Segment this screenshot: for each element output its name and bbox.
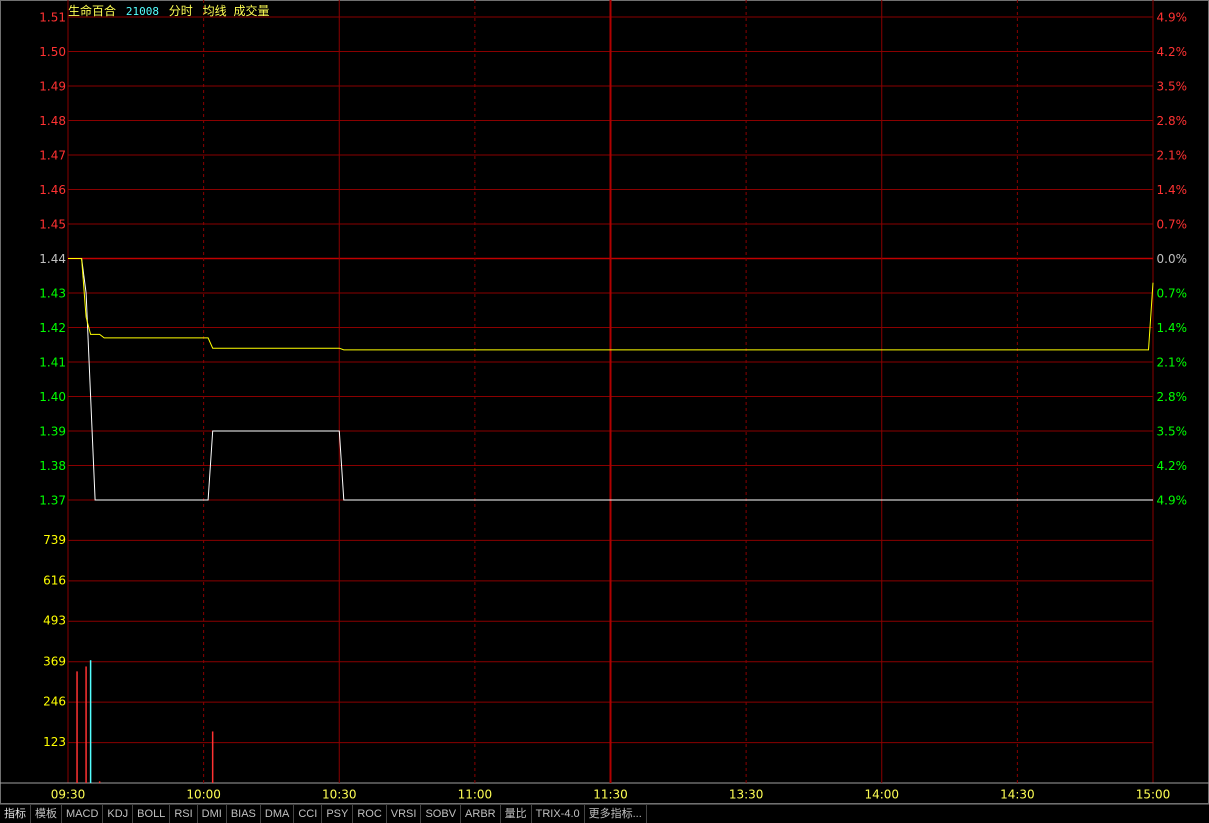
pct-tick-label: 0.0% (1157, 252, 1188, 266)
pct-tick-label: 0.7% (1157, 218, 1188, 232)
pct-tick-label: 1.4% (1157, 321, 1188, 335)
price-tick-label: 1.46 (39, 183, 66, 197)
price-tick-label: 1.43 (39, 287, 66, 301)
label-volume: 成交量 (233, 4, 270, 18)
volume-tick-label: 123 (43, 735, 66, 749)
pct-tick-label: 4.9% (1157, 494, 1188, 508)
price-tick-label: 1.50 (39, 45, 66, 59)
pct-tick-label: 3.5% (1157, 80, 1188, 94)
tab-10[interactable]: PSY (322, 805, 354, 823)
volume-tick-label: 739 (43, 533, 66, 547)
chart-header: 生命百合 21008 分时 均线 成交量 (68, 2, 276, 19)
pct-tick-label: 2.1% (1157, 356, 1188, 370)
time-tick-label: 10:00 (186, 788, 221, 802)
label-intraday: 分时 (168, 4, 193, 18)
pct-tick-label: 0.7% (1157, 287, 1188, 301)
time-tick-label: 15:00 (1136, 788, 1171, 802)
tab-7[interactable]: BIAS (227, 805, 261, 823)
time-tick-label: 09:30 (51, 788, 86, 802)
tab-17[interactable]: 更多指标... (585, 805, 647, 823)
indicator-tabs: 指标 模板 MACD KDJ BOLL RSI DMI BIAS DMA CCI PSY ROC VRS… (0, 804, 1209, 823)
price-tick-label: 1.41 (39, 356, 66, 370)
pct-tick-label: 1.4% (1157, 183, 1188, 197)
price-tick-label: 1.49 (39, 80, 66, 94)
tab-11[interactable]: ROC (353, 805, 387, 823)
tab-5[interactable]: RSI (170, 805, 198, 823)
pct-tick-label: 2.1% (1157, 149, 1188, 163)
pct-tick-label: 4.2% (1157, 459, 1188, 473)
tab-4[interactable]: BOLL (133, 805, 171, 823)
tab-8[interactable]: DMA (261, 805, 295, 823)
price-tick-label: 1.40 (39, 390, 66, 404)
tab-13[interactable]: SOBV (421, 805, 462, 823)
volume-tick-label: 369 (43, 654, 66, 668)
time-tick-label: 13:30 (729, 788, 764, 802)
label-average: 均线 (202, 4, 227, 18)
time-tick-label: 10:30 (322, 788, 357, 802)
time-tick-label: 14:30 (1000, 788, 1035, 802)
tab-6[interactable]: DMI (198, 805, 227, 823)
time-tick-label: 11:30 (593, 788, 628, 802)
price-tick-label: 1.38 (39, 459, 66, 473)
price-tick-label: 1.37 (39, 494, 66, 508)
volume-tick-label: 493 (43, 614, 66, 628)
tab-15[interactable]: 量比 (501, 805, 532, 823)
price-tick-label: 1.44 (39, 252, 66, 266)
price-tick-label: 1.51 (39, 11, 66, 25)
stock-code: 21008 (125, 5, 159, 18)
time-tick-label: 14:00 (864, 788, 899, 802)
pct-tick-label: 2.8% (1157, 114, 1188, 128)
pct-tick-label: 2.8% (1157, 390, 1188, 404)
tab-16[interactable]: TRIX-4.0 (532, 805, 585, 823)
tab-9[interactable]: CCI (294, 805, 323, 823)
stock-name: 生命百合 (68, 4, 117, 18)
pct-tick-label: 4.2% (1157, 45, 1188, 59)
price-tick-label: 1.42 (39, 321, 66, 335)
tab-1[interactable]: 模板 (31, 805, 62, 823)
time-tick-label: 11:00 (458, 788, 493, 802)
price-tick-label: 1.47 (39, 149, 66, 163)
intraday-chart[interactable]: 09:30 10:00 10:30 11:00 11:30 13:30 14:00 14:30… (0, 0, 1209, 804)
tab-2[interactable]: MACD (62, 805, 104, 823)
tab-14[interactable]: ARBR (461, 805, 501, 823)
price-tick-label: 1.39 (39, 425, 66, 439)
tab-12[interactable]: VRSI (387, 805, 422, 823)
volume-tick-label: 616 (43, 573, 66, 587)
pct-tick-label: 4.9% (1157, 11, 1188, 25)
pct-tick-label: 3.5% (1157, 425, 1188, 439)
tab-0[interactable]: 指标 (0, 805, 31, 823)
price-tick-label: 1.48 (39, 114, 66, 128)
tab-3[interactable]: KDJ (103, 805, 134, 823)
volume-tick-label: 246 (43, 695, 66, 709)
price-tick-label: 1.45 (39, 218, 66, 232)
